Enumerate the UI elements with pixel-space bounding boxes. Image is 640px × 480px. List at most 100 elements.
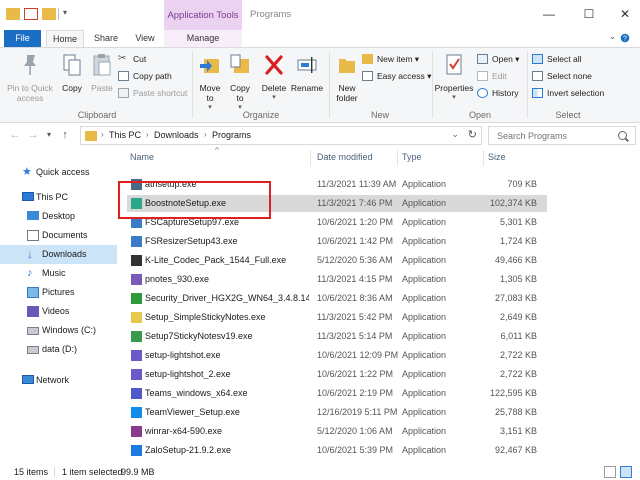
select-none-button[interactable]: Select none xyxy=(532,69,592,83)
nav-item-this-pc[interactable]: This PC xyxy=(0,188,117,207)
search-box[interactable] xyxy=(488,126,636,145)
file-row[interactable]: Setup_SimpleStickyNotes.exe 11/3/2021 5:4… xyxy=(127,309,547,326)
file-row[interactable]: Setup7StickyNotesv19.exe 11/3/2021 5:14 P… xyxy=(127,328,547,345)
scissors-icon: ✂ xyxy=(118,53,127,64)
easy-access-icon xyxy=(362,71,373,81)
maximize-button[interactable]: ☐ xyxy=(574,4,604,24)
application-icon xyxy=(131,350,142,361)
tab-share[interactable]: Share xyxy=(88,30,124,47)
edit-button[interactable]: Edit xyxy=(477,69,507,83)
nav-label: This PC xyxy=(36,192,69,202)
invert-selection-button[interactable]: Invert selection xyxy=(532,86,604,100)
new-item-button[interactable]: New item ▾ xyxy=(362,52,419,66)
address-bar[interactable]: › This PC › Downloads › Programs ⌄ ↻ xyxy=(80,126,482,145)
column-header-name[interactable]: Name xyxy=(130,152,154,162)
nav-item-music[interactable]: ♪ Music xyxy=(0,264,117,283)
close-button[interactable]: ✕ xyxy=(610,4,640,24)
file-type: Application xyxy=(402,426,447,436)
star-icon: ★ xyxy=(22,166,32,178)
select-all-label: Select all xyxy=(547,54,582,64)
move-to-button[interactable]: Move to ▾ xyxy=(196,52,224,113)
paste-shortcut-button[interactable]: Paste shortcut xyxy=(118,86,187,100)
breadcrumb-this-pc[interactable]: This PC xyxy=(109,130,141,140)
copy-to-icon xyxy=(230,54,249,73)
select-all-button[interactable]: Select all xyxy=(532,52,582,66)
help-icon[interactable]: ? xyxy=(620,33,630,43)
file-row[interactable]: Security_Driver_HGX2G_WN64_3.4.8.14_A...… xyxy=(127,290,547,307)
column-header-date-modified[interactable]: Date modified xyxy=(317,152,373,162)
open-button[interactable]: Open ▾ xyxy=(477,52,519,66)
file-row[interactable]: ZaloSetup-21.9.2.exe 10/6/2021 5:39 PM App… xyxy=(127,442,547,459)
paste-button[interactable]: Paste xyxy=(88,52,116,93)
large-icons-view-button[interactable] xyxy=(620,466,632,478)
tab-manage[interactable]: Manage xyxy=(164,30,242,47)
up-button[interactable]: ↑ xyxy=(58,128,72,142)
edit-icon xyxy=(477,71,488,81)
cut-button[interactable]: ✂ Cut xyxy=(118,52,146,66)
pin-label: Pin to Quick access xyxy=(7,83,53,103)
file-row[interactable]: K-Lite_Codec_Pack_1544_Full.exe 5/12/2020… xyxy=(127,252,547,269)
ribbon-collapse-chevron-icon[interactable]: ⌄ xyxy=(609,32,616,41)
column-separator[interactable] xyxy=(483,150,484,166)
file-row[interactable]: TeamViewer_Setup.exe 12/16/2019 5:11 PM Ap… xyxy=(127,404,547,421)
column-header-type[interactable]: Type xyxy=(402,152,422,162)
file-size: 2,722 KB xyxy=(499,369,537,379)
nav-item-quick-access[interactable]: ★ Quick access xyxy=(0,163,117,182)
history-button[interactable]: History xyxy=(477,86,518,100)
minimize-button[interactable]: — xyxy=(534,4,564,24)
details-view-button[interactable] xyxy=(604,466,616,478)
file-row[interactable]: setup-lightshot_2.exe 10/6/2021 1:22 PM Ap… xyxy=(127,366,547,383)
copy-button[interactable]: Copy xyxy=(58,52,86,93)
file-row[interactable]: FSResizerSetup43.exe 10/6/2021 1:42 PM App… xyxy=(127,233,547,250)
nav-item-desktop[interactable]: Desktop xyxy=(0,207,117,226)
breadcrumb-programs[interactable]: Programs xyxy=(212,130,251,140)
column-header-size[interactable]: Size xyxy=(488,152,506,162)
file-row[interactable]: winrar-x64-590.exe 5/12/2020 1:06 AM Appli… xyxy=(127,423,547,440)
file-type: Application xyxy=(402,255,447,265)
folder-icon[interactable] xyxy=(6,8,20,20)
nav-item-network[interactable]: Network xyxy=(0,371,117,390)
nav-item-windows-c[interactable]: Windows (C:) xyxy=(0,321,117,340)
nav-item-data-d[interactable]: data (D:) xyxy=(0,340,117,359)
nav-item-documents[interactable]: Documents xyxy=(0,226,117,245)
file-size: 27,083 KB xyxy=(494,293,537,303)
rename-button[interactable]: Rename xyxy=(290,52,324,93)
address-dropdown-icon[interactable]: ⌄ xyxy=(451,129,459,140)
file-row[interactable]: Teams_windows_x64.exe 10/6/2021 2:19 PM Ap… xyxy=(127,385,547,402)
quick-access-dropdown-icon[interactable]: ▾ xyxy=(63,8,67,17)
breadcrumb-downloads[interactable]: Downloads xyxy=(154,130,199,140)
delete-button[interactable]: Delete ▾ xyxy=(259,52,289,103)
refresh-icon[interactable]: ↻ xyxy=(468,128,477,141)
nav-label: Quick access xyxy=(36,167,90,177)
nav-label: Documents xyxy=(42,230,88,240)
tab-home[interactable]: Home xyxy=(46,30,84,48)
column-separator[interactable] xyxy=(310,150,311,166)
nav-item-videos[interactable]: Videos xyxy=(0,302,117,321)
properties-icon xyxy=(446,54,462,75)
file-size: 6,011 KB xyxy=(500,331,537,341)
tab-view[interactable]: View xyxy=(128,30,162,47)
easy-access-button[interactable]: Easy access ▾ xyxy=(362,69,431,83)
properties-button[interactable]: Properties ▾ xyxy=(434,52,474,103)
new-folder-icon[interactable] xyxy=(42,8,56,20)
forward-button[interactable]: → xyxy=(26,128,40,142)
search-input[interactable] xyxy=(497,129,627,143)
tab-file[interactable]: File xyxy=(4,30,41,47)
copy-to-button[interactable]: Copy to ▾ xyxy=(226,52,254,113)
nav-item-downloads[interactable]: ↓ Downloads xyxy=(0,245,117,264)
copy-path-button[interactable]: Copy path xyxy=(118,69,172,83)
delete-dropdown-icon: ▾ xyxy=(272,94,276,101)
pin-to-quick-access-button[interactable]: Pin to Quick access xyxy=(4,52,56,103)
nav-item-pictures[interactable]: Pictures xyxy=(0,283,117,302)
file-size: 25,788 KB xyxy=(494,407,537,417)
column-separator[interactable] xyxy=(397,150,398,166)
file-row[interactable]: setup-lightshot.exe 10/6/2021 12:09 PM App… xyxy=(127,347,547,364)
recent-locations-button[interactable]: ▾ xyxy=(42,128,56,142)
sort-ascending-icon: ^ xyxy=(215,146,219,155)
file-type: Application xyxy=(402,369,447,379)
properties-check-icon[interactable] xyxy=(24,8,38,20)
search-icon[interactable] xyxy=(618,131,627,140)
back-button[interactable]: ← xyxy=(8,128,22,142)
file-row[interactable]: pnotes_930.exe 11/3/2021 4:15 PM Applicati… xyxy=(127,271,547,288)
new-folder-button[interactable]: New folder xyxy=(332,52,362,103)
